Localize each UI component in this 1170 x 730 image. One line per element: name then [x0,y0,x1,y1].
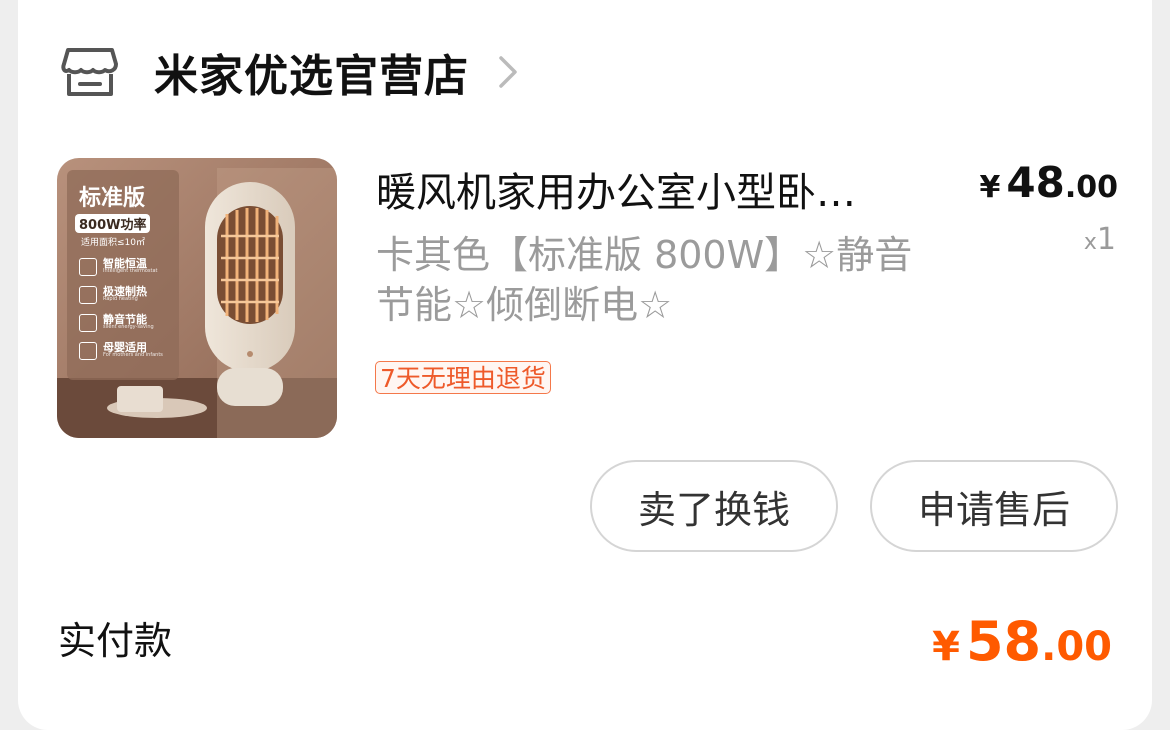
feature-icon [79,342,97,360]
feature-item: 静音节能 silent energy-saving [79,314,189,342]
return-policy-badge: 7天无理由退货 [375,361,551,394]
feature-sub: For mothers and infants [103,352,163,358]
feature-sub: Intelligent thermostat [103,268,158,274]
sell-button[interactable]: 卖了换钱 [590,460,838,552]
feature-icon [79,314,97,332]
price-currency: ¥ [979,170,1001,205]
image-version-label: 标准版 [79,186,146,211]
feature-icon [79,286,97,304]
feature-item: 极速制热 Rapid heating [79,286,189,314]
product-spec: 卡其色【标准版 800W】☆静音节能☆倾倒断电☆ [376,233,913,327]
product-price: ¥48.00 [980,158,1118,207]
quantity-prefix: x [1083,230,1097,255]
paid-decimal: .00 [1041,624,1112,670]
feature-icon [79,258,97,276]
feature-sub: Rapid heating [103,296,138,302]
paid-label: 实付款 [58,619,173,663]
store-icon [60,42,120,102]
paid-currency: ¥ [932,624,960,670]
image-power-label: 800W功率 [75,214,151,233]
paid-integer: 58 [965,610,1042,673]
store-name: 米家优选官营店 [154,51,469,102]
feature-item: 母婴适用 For mothers and infants [79,342,189,370]
store-header[interactable]: 米家优选官营店 [60,40,525,104]
paid-amount: ¥58.00 [932,610,1112,673]
price-decimal: .00 [1064,170,1118,205]
product-quantity: x1 [1084,222,1116,257]
product-title[interactable]: 暖风机家用办公室小型卧… [376,160,916,218]
image-feature-list: 智能恒温 Intelligent thermostat 极速制热 Rapid h… [79,258,189,370]
chevron-right-icon [497,52,525,92]
quantity-value: 1 [1096,222,1116,257]
product-image[interactable]: 标准版 800W功率 适用面积≤10㎡ 智能恒温 Intelligent the… [57,158,337,438]
price-integer: 48 [1006,158,1065,207]
image-area-label: 适用面积≤10㎡ [81,238,145,248]
feature-item: 智能恒温 Intelligent thermostat [79,258,189,286]
feature-sub: silent energy-saving [103,324,154,330]
after-sale-button[interactable]: 申请售后 [870,460,1118,552]
